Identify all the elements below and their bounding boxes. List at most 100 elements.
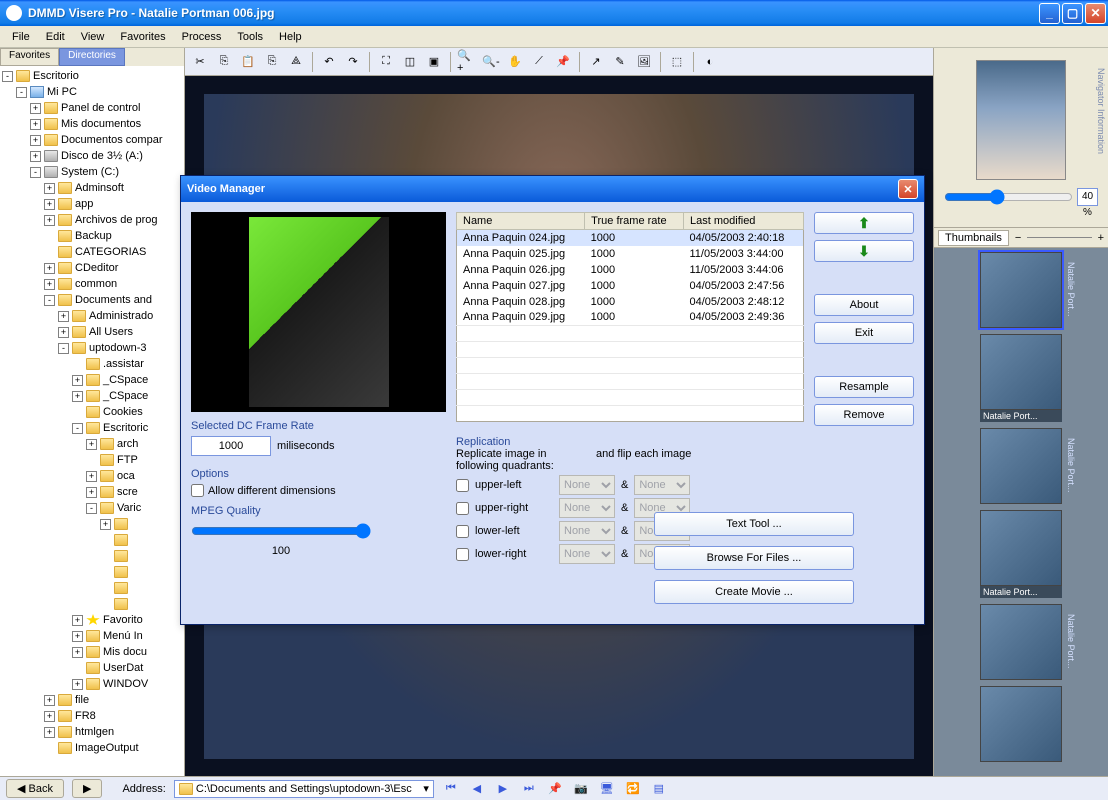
tree-node[interactable]: +: [2, 516, 182, 532]
file-table[interactable]: NameTrue frame rateLast modified Anna Pa…: [456, 212, 804, 422]
tree-toggle[interactable]: -: [86, 503, 97, 514]
tree-node[interactable]: -Escritorio: [2, 68, 182, 84]
tree-node[interactable]: +common: [2, 276, 182, 292]
tree-toggle[interactable]: +: [44, 183, 55, 194]
prev-icon[interactable]: ◀: [468, 780, 486, 798]
tree-toggle[interactable]: +: [86, 439, 97, 450]
actual-icon[interactable]: ▣: [423, 51, 445, 73]
tree-node[interactable]: +CDeditor: [2, 260, 182, 276]
quadrant-checkbox[interactable]: [456, 548, 469, 561]
tree-node[interactable]: +Disco de 3½ (A:): [2, 148, 182, 164]
fit-icon[interactable]: ◫: [399, 51, 421, 73]
tree-node[interactable]: +arch: [2, 436, 182, 452]
quadrant-checkbox[interactable]: [456, 502, 469, 515]
dialog-titlebar[interactable]: Video Manager ✕: [181, 176, 924, 202]
thumbnail[interactable]: Natalie Port...: [980, 510, 1062, 598]
tree-toggle[interactable]: -: [58, 343, 69, 354]
tree-toggle[interactable]: +: [58, 311, 69, 322]
tree-node[interactable]: +Mis documentos: [2, 116, 182, 132]
tree-toggle[interactable]: +: [72, 391, 83, 402]
close-button[interactable]: ✕: [1085, 3, 1106, 24]
list-icon[interactable]: ▤: [650, 780, 668, 798]
exit-button[interactable]: Exit: [814, 322, 914, 344]
dialog-close-button[interactable]: ✕: [898, 179, 918, 199]
tree-node[interactable]: +Archivos de prog: [2, 212, 182, 228]
tree-node[interactable]: +All Users: [2, 324, 182, 340]
cut-icon[interactable]: ✂: [189, 51, 211, 73]
quadrant-checkbox[interactable]: [456, 479, 469, 492]
tree-node[interactable]: +Menú In: [2, 628, 182, 644]
tree-node[interactable]: [2, 532, 182, 548]
next-icon[interactable]: ⏭: [520, 780, 538, 798]
thumbnail[interactable]: Natalie Port...: [980, 604, 1062, 680]
tree-toggle[interactable]: +: [30, 103, 41, 114]
move-up-button[interactable]: ⬆: [814, 212, 914, 234]
tree-toggle[interactable]: +: [86, 487, 97, 498]
tree-toggle[interactable]: +: [44, 199, 55, 210]
tree-toggle[interactable]: -: [2, 71, 13, 82]
crop-icon[interactable]: ⟁: [285, 51, 307, 73]
tree-node[interactable]: +_CSpace: [2, 388, 182, 404]
first-icon[interactable]: ⏮: [442, 780, 460, 798]
thumbnails-list[interactable]: Natalie Port...Natalie Port...Natalie Po…: [934, 248, 1108, 776]
browse-button[interactable]: Browse For Files ...: [654, 546, 854, 570]
play-icon[interactable]: ▶: [494, 780, 512, 798]
tree-toggle[interactable]: +: [72, 375, 83, 386]
create-movie-button[interactable]: Create Movie ...: [654, 580, 854, 604]
tree-node[interactable]: +Administrado: [2, 308, 182, 324]
tree-node[interactable]: -System (C:): [2, 164, 182, 180]
tree-node[interactable]: [2, 580, 182, 596]
menu-favorites[interactable]: Favorites: [112, 29, 173, 45]
table-header[interactable]: Name: [457, 213, 585, 230]
tree-node[interactable]: -Varic: [2, 500, 182, 516]
tree-node[interactable]: +FR8: [2, 708, 182, 724]
tree-node[interactable]: +_CSpace: [2, 372, 182, 388]
tree-node[interactable]: [2, 596, 182, 612]
tree-node[interactable]: CATEGORIAS: [2, 244, 182, 260]
thumbnail[interactable]: Natalie Port...: [980, 428, 1062, 504]
tree-node[interactable]: +file: [2, 692, 182, 708]
allow-dimensions-checkbox[interactable]: [191, 484, 204, 497]
move-down-button[interactable]: ⬇: [814, 240, 914, 262]
frame-rate-input[interactable]: [191, 436, 271, 456]
menu-help[interactable]: Help: [271, 29, 310, 45]
tree-toggle[interactable]: +: [58, 327, 69, 338]
tree-node[interactable]: .assistar: [2, 356, 182, 372]
tree-node[interactable]: -uptodown-3: [2, 340, 182, 356]
resample-button[interactable]: Resample: [814, 376, 914, 398]
eraser-icon[interactable]: ⟋: [528, 51, 550, 73]
directories-tab[interactable]: Directories: [59, 48, 125, 66]
thumbnail[interactable]: Natalie Port...: [980, 334, 1062, 422]
tree-toggle[interactable]: +: [30, 119, 41, 130]
mpeg-slider[interactable]: [191, 523, 371, 539]
tree-node[interactable]: +Panel de control: [2, 100, 182, 116]
tree-toggle[interactable]: +: [72, 631, 83, 642]
tree-toggle[interactable]: +: [44, 263, 55, 274]
tree-node[interactable]: +Adminsoft: [2, 180, 182, 196]
tree-node[interactable]: -Documents and: [2, 292, 182, 308]
tool4-icon[interactable]: ⬚: [666, 51, 688, 73]
thumbnail[interactable]: [980, 686, 1062, 762]
menu-view[interactable]: View: [73, 29, 113, 45]
directory-tree[interactable]: -Escritorio-Mi PC+Panel de control+Mis d…: [0, 66, 184, 776]
flip-select-2[interactable]: None: [634, 475, 690, 495]
tree-toggle[interactable]: +: [72, 679, 83, 690]
tree-node[interactable]: +Documentos compar: [2, 132, 182, 148]
zoom-slider[interactable]: [944, 189, 1073, 205]
menu-process[interactable]: Process: [174, 29, 230, 45]
table-row[interactable]: Anna Paquin 025.jpg100011/05/2003 3:44:0…: [457, 246, 804, 262]
hand-icon[interactable]: ✋: [504, 51, 526, 73]
tree-node[interactable]: -Escritoric: [2, 420, 182, 436]
zoomout-icon[interactable]: 🔍-: [480, 51, 502, 73]
table-row[interactable]: Anna Paquin 029.jpg100004/05/2003 2:49:3…: [457, 310, 804, 326]
tree-node[interactable]: Cookies: [2, 404, 182, 420]
tree-toggle[interactable]: +: [44, 695, 55, 706]
tree-toggle[interactable]: +: [30, 151, 41, 162]
tree-node[interactable]: Backup: [2, 228, 182, 244]
display-icon[interactable]: 🖥: [598, 780, 616, 798]
pin2-icon[interactable]: 📌: [546, 780, 564, 798]
table-row[interactable]: Anna Paquin 028.jpg100004/05/2003 2:48:1…: [457, 294, 804, 310]
flip-select-1[interactable]: None: [559, 498, 615, 518]
navigator-preview[interactable]: [976, 60, 1066, 180]
thumb-zoom-plus[interactable]: +: [1098, 232, 1104, 244]
